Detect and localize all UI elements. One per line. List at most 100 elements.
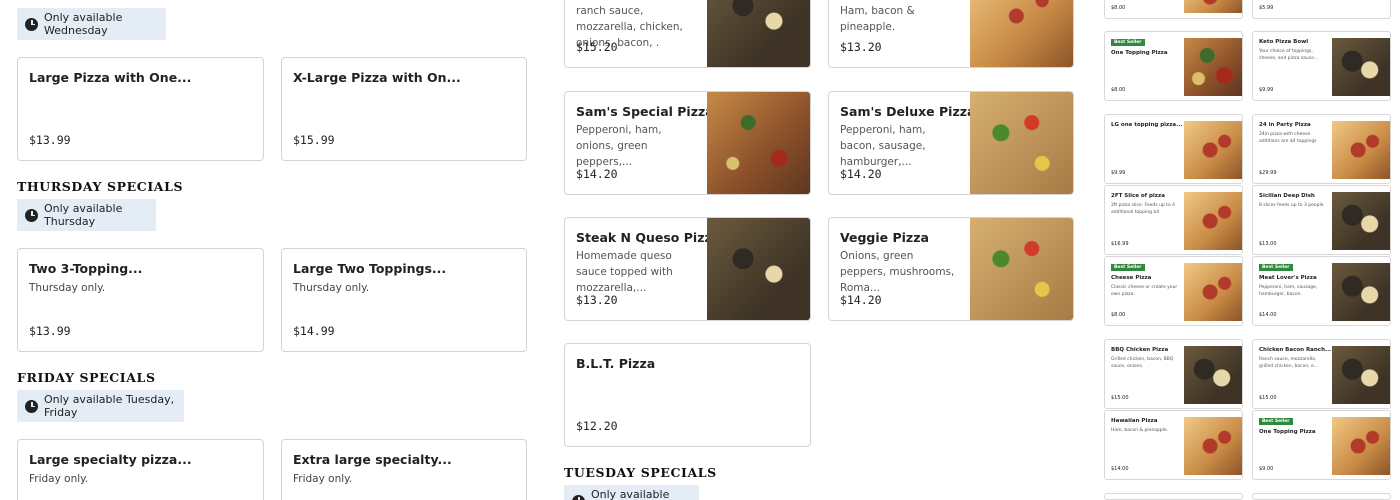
mini-menu-card[interactable]: LG one topping pizza... $9.99 xyxy=(1104,114,1243,184)
availability-chip-wednesday: Only available Wednesday xyxy=(17,8,166,40)
item-price: $12.20 xyxy=(576,419,618,433)
item-price: $13.99 xyxy=(29,324,71,338)
pizza-photo xyxy=(1332,263,1390,321)
pizza-photo xyxy=(1184,192,1242,250)
availability-text: Only available Tuesday, Friday xyxy=(44,393,175,419)
item-description: Onions, green peppers, mushrooms, Roma..… xyxy=(840,250,955,294)
item-title: Large specialty pizza... xyxy=(29,452,192,467)
item-title: One Topping Pizza xyxy=(1111,50,1168,56)
item-description: Pepperoni, ham, onions, green peppers,..… xyxy=(576,124,662,168)
mini-menu-card[interactable]: 24 in Party Pizza 24in pizza with cheese … xyxy=(1252,114,1391,184)
clock-icon xyxy=(572,494,585,500)
item-title: One Topping Pizza xyxy=(1259,429,1316,435)
item-description: Friday only. xyxy=(293,473,353,485)
pizza-photo xyxy=(1184,346,1242,404)
availability-chip-friday: Only available Tuesday, Friday xyxy=(17,390,184,422)
mini-menu-card[interactable]: BBQ Chicken Pizza Grilled chicken, bacon,… xyxy=(1104,339,1243,409)
menu-item-card[interactable]: ranch sauce, mozzarella, chicken, onions… xyxy=(564,0,811,68)
availability-text: Only available Thursday xyxy=(44,202,123,228)
item-description: 2ft pizza slice. Feeds up to 4 additiona… xyxy=(1111,203,1175,215)
item-price: $9.99 xyxy=(1111,170,1126,176)
item-title: Steak N Queso Pizza xyxy=(576,230,721,245)
menu-item-card[interactable]: Large Pizza with One... $13.99 xyxy=(17,57,264,161)
mini-menu-card[interactable]: $5.99 xyxy=(1252,0,1391,19)
item-price: $16.99 xyxy=(1111,241,1129,247)
item-price: $15.20 xyxy=(576,40,618,54)
menu-item-card[interactable]: B.L.T. Pizza $12.20 xyxy=(564,343,811,447)
item-title: B.L.T. Pizza xyxy=(576,356,656,371)
item-description: Thursday only. xyxy=(29,282,106,294)
item-title: Meat Lover's Pizza xyxy=(1259,275,1317,281)
pizza-photo xyxy=(1184,263,1242,321)
menu-item-card[interactable]: Two 3-Topping... Thursday only. $13.99 xyxy=(17,248,264,352)
pizza-photo xyxy=(970,218,1073,320)
item-price: $15.99 xyxy=(293,133,335,147)
mini-menu-card[interactable]: Best Seller Cheese Pizza Classic cheese or… xyxy=(1104,256,1243,326)
mini-menu-card[interactable] xyxy=(1252,493,1391,500)
item-price: $14.20 xyxy=(576,167,618,181)
item-title: Sam's Special Pizza xyxy=(576,104,714,119)
menu-item-card[interactable]: Steak N Queso Pizza Homemade queso sauce… xyxy=(564,217,811,321)
pizza-photo xyxy=(970,92,1073,194)
item-description: Friday only. xyxy=(29,473,89,485)
mini-menu-card[interactable]: Keto Pizza Bowl Your choice of toppings, … xyxy=(1252,31,1391,101)
item-price: $13.99 xyxy=(29,133,71,147)
item-title: Extra large specialty... xyxy=(293,452,452,467)
mini-menu-card[interactable]: Sicilian Deep Dish 8 slices feeds up to 3… xyxy=(1252,185,1391,255)
menu-item-card[interactable]: Sam's Special Pizza Pepperoni, ham, onio… xyxy=(564,91,811,195)
section-heading-thursday: THURSDAY SPECIALS xyxy=(17,179,184,194)
mini-menu-card[interactable]: Chicken Bacon Ranch... Ranch sauce, mozza… xyxy=(1252,339,1391,409)
item-title: Hawaiian Pizza xyxy=(1111,418,1158,424)
menu-item-card[interactable]: Veggie Pizza Onions, green peppers, mush… xyxy=(828,217,1074,321)
menu-item-card[interactable]: Sam's Deluxe Pizza Pepperoni, ham, bacon… xyxy=(828,91,1074,195)
clock-icon xyxy=(25,208,38,222)
mini-menu-card[interactable]: Hawaiian Pizza Ham, bacon & pineapple. $14… xyxy=(1104,410,1243,480)
item-description: Pepperoni, ham, bacon, sausage, hamburge… xyxy=(840,124,926,168)
item-description: Grilled chicken, bacon, BBQ sauce, onion… xyxy=(1111,357,1174,369)
pizza-photo xyxy=(1184,0,1242,13)
item-price: $9.99 xyxy=(1259,87,1274,93)
pizza-photo xyxy=(1332,346,1390,404)
item-description: Ham, bacon & pineapple. xyxy=(840,5,915,33)
clock-icon xyxy=(25,399,38,413)
menu-item-card[interactable]: Large Two Toppings... Thursday only. $14… xyxy=(281,248,527,352)
menu-item-card[interactable]: Extra large specialty... Friday only. xyxy=(281,439,527,500)
best-seller-badge: Best Seller xyxy=(1111,264,1145,271)
item-description: Homemade queso sauce topped with mozzare… xyxy=(576,250,673,294)
menu-item-card[interactable]: Large specialty pizza... Friday only. xyxy=(17,439,264,500)
best-seller-badge: Best Seller xyxy=(1111,39,1145,46)
item-title: Two 3-Topping... xyxy=(29,261,143,276)
pizza-photo xyxy=(1184,38,1242,96)
item-price: $5.99 xyxy=(1259,5,1274,11)
clock-icon xyxy=(25,17,38,31)
item-title: Chicken Bacon Ranch... xyxy=(1259,347,1332,353)
pizza-photo xyxy=(707,0,810,67)
item-price: $15.00 xyxy=(1111,395,1129,401)
item-price: $13.00 xyxy=(1259,241,1277,247)
mini-menu-card[interactable] xyxy=(1104,493,1243,500)
item-description: Classic cheese or create your own pizza. xyxy=(1111,285,1178,297)
section-heading-friday: FRIDAY SPECIALS xyxy=(17,370,156,385)
mini-menu-card[interactable]: Best Seller Meat Lover's Pizza Pepperoni, … xyxy=(1252,256,1391,326)
item-description: Pepperoni, ham, sausage, hamburger, baco… xyxy=(1259,285,1318,297)
availability-chip-thursday: Only available Thursday xyxy=(17,199,156,231)
item-description: 8 slices feeds up to 3 people xyxy=(1259,203,1324,208)
item-title: LG one topping pizza... xyxy=(1111,122,1183,128)
item-price: $14.20 xyxy=(840,293,882,307)
mini-menu-card[interactable]: $8.00 xyxy=(1104,0,1243,19)
item-title: Large Two Toppings... xyxy=(293,261,447,276)
availability-text: Only available Wednesday xyxy=(44,11,123,37)
pizza-photo xyxy=(970,0,1073,67)
item-price: $13.20 xyxy=(840,40,882,54)
item-description: Ranch sauce, mozzarella, grilled chicken… xyxy=(1259,357,1319,369)
mini-menu-card[interactable]: Best Seller One Topping Pizza $9.00 xyxy=(1252,410,1391,480)
menu-item-card[interactable]: Ham, bacon & pineapple. $13.20 xyxy=(828,0,1074,68)
mini-menu-card[interactable]: Best Seller One Topping Pizza $8.00 xyxy=(1104,31,1243,101)
item-title: Large Pizza with One... xyxy=(29,70,192,85)
pizza-photo xyxy=(1332,38,1390,96)
item-price: $8.00 xyxy=(1111,87,1126,93)
mini-menu-card[interactable]: 2FT Slice of pizza 2ft pizza slice. Feeds… xyxy=(1104,185,1243,255)
availability-text: Only available Tuesday xyxy=(591,488,670,500)
menu-item-card[interactable]: X-Large Pizza with On... $15.99 xyxy=(281,57,527,161)
item-title: 2FT Slice of pizza xyxy=(1111,193,1165,199)
